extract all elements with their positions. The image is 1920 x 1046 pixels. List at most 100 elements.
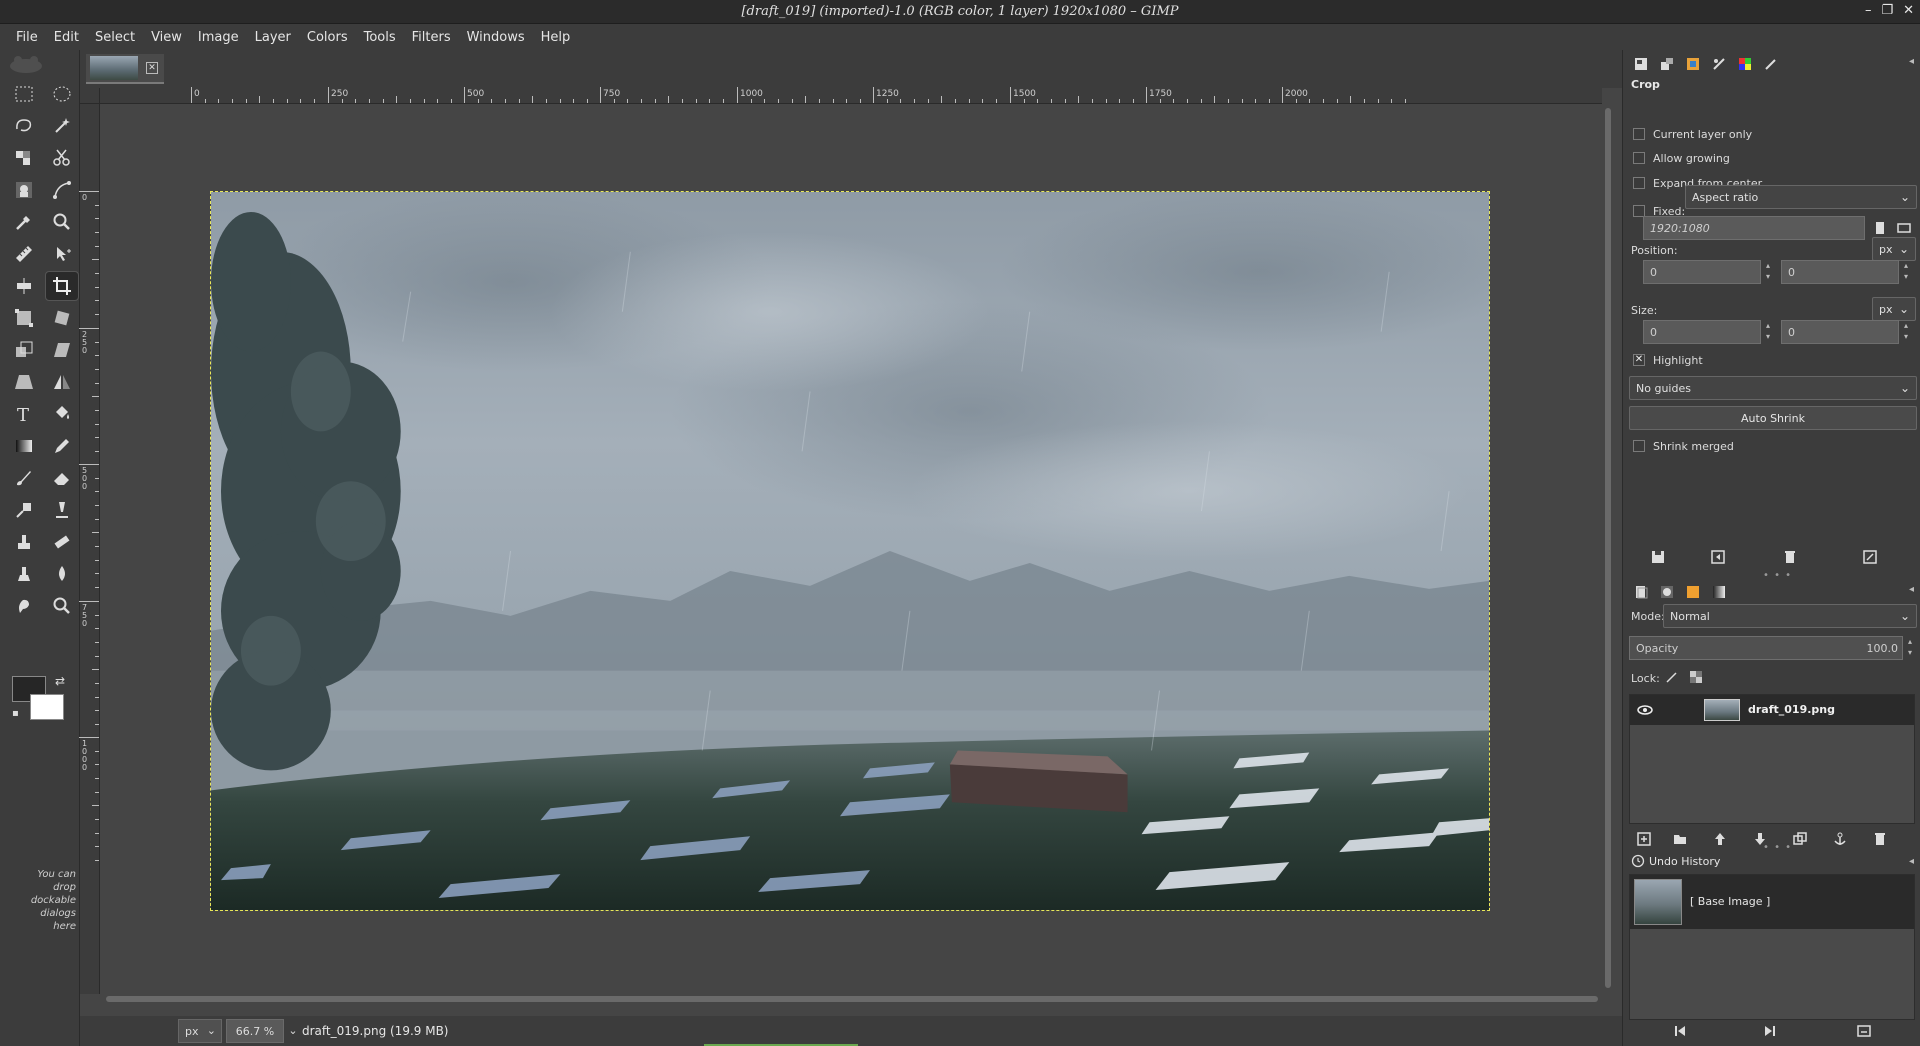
dock-menu-icon[interactable]: ◂ [1909, 584, 1914, 595]
checkbox[interactable] [1633, 177, 1645, 189]
unit-select[interactable]: px ⌄ [178, 1019, 222, 1043]
ink-icon[interactable] [46, 496, 78, 524]
size-unit-select[interactable]: px ⌄ [1872, 297, 1916, 321]
menu-colors[interactable]: Colors [299, 30, 356, 45]
opacity-slider[interactable]: Opacity 100.0 [1629, 636, 1903, 660]
highlight-option[interactable]: ✕ Highlight [1633, 352, 1703, 368]
auto-shrink-button[interactable]: Auto Shrink [1629, 406, 1917, 430]
flip-icon[interactable] [46, 368, 78, 396]
dock-menu-icon[interactable]: ◂ [1909, 856, 1914, 867]
current-layer-only-option[interactable]: Current layer only [1633, 126, 1752, 142]
checkbox-checked[interactable]: ✕ [1633, 354, 1645, 366]
menu-tools[interactable]: Tools [356, 30, 404, 45]
free-select-icon[interactable] [8, 112, 40, 140]
scissors-select-icon[interactable] [46, 144, 78, 172]
menu-layer[interactable]: Layer [247, 30, 299, 45]
blur-icon[interactable] [46, 560, 78, 588]
undo-icon[interactable] [1669, 1020, 1691, 1042]
pane-separator[interactable]: • • • [1763, 570, 1792, 581]
new-layer-group-icon[interactable] [1669, 828, 1691, 850]
position-y-spinner[interactable]: ▴ ▾ [1899, 260, 1913, 284]
horizontal-ruler[interactable]: 0 250 500 750 1000 1250 1500 1750 2000 [100, 87, 1602, 104]
reset-colors-icon[interactable]: ▪ [12, 708, 19, 719]
channels-tab-icon[interactable] [1657, 582, 1677, 602]
color-picker-icon[interactable] [8, 208, 40, 236]
pointer-tab-icon[interactable] [1709, 54, 1729, 74]
size-height-spinner[interactable]: ▴ ▾ [1899, 320, 1913, 344]
size-width-spinner[interactable]: ▴ ▾ [1761, 320, 1775, 344]
minimize-button[interactable]: – [1865, 3, 1872, 18]
gradients-tab-icon[interactable] [1709, 582, 1729, 602]
dock-menu-icon[interactable]: ◂ [1909, 56, 1914, 67]
by-color-select-icon[interactable] [8, 144, 40, 172]
menu-view[interactable]: View [143, 30, 190, 45]
checkbox[interactable] [1633, 128, 1645, 140]
zoom-icon[interactable] [46, 208, 78, 236]
chevron-down-icon[interactable]: ⌄ [284, 1019, 302, 1043]
new-layer-icon[interactable] [1633, 828, 1655, 850]
delete-layer-icon[interactable] [1869, 828, 1891, 850]
menu-windows[interactable]: Windows [459, 30, 533, 45]
images-tab-icon[interactable] [1683, 54, 1703, 74]
position-x-spinner[interactable]: ▴ ▾ [1761, 260, 1775, 284]
layer-name[interactable]: draft_019.png [1748, 703, 1835, 716]
menu-select[interactable]: Select [87, 30, 143, 45]
lock-pixels-icon[interactable] [1661, 666, 1683, 688]
paths-tab-icon[interactable] [1683, 582, 1703, 602]
swap-colors-icon[interactable]: ⇄ [55, 674, 65, 688]
heal-icon[interactable] [46, 528, 78, 556]
size-width-input[interactable]: 0 [1643, 320, 1761, 344]
delete-preset-icon[interactable] [1779, 546, 1801, 568]
fuzzy-select-icon[interactable] [46, 112, 78, 140]
checkbox[interactable] [1633, 440, 1645, 452]
eye-icon[interactable] [1636, 701, 1654, 719]
anchor-layer-icon[interactable] [1829, 828, 1851, 850]
save-preset-icon[interactable] [1647, 546, 1669, 568]
perspective-icon[interactable] [8, 368, 40, 396]
reset-options-icon[interactable] [1859, 546, 1881, 568]
airbrush-icon[interactable] [8, 496, 40, 524]
size-height-input[interactable]: 0 [1781, 320, 1899, 344]
image-tab[interactable]: ✕ [86, 54, 164, 84]
landscape-icon[interactable] [1893, 217, 1915, 239]
clone-icon[interactable] [8, 528, 40, 556]
duplicate-layer-icon[interactable] [1789, 828, 1811, 850]
alignment-icon[interactable] [8, 272, 40, 300]
checkbox[interactable] [1633, 152, 1645, 164]
layer-mode-select[interactable]: Normal ⌄ [1663, 604, 1917, 628]
portrait-icon[interactable] [1869, 217, 1891, 239]
maximize-button[interactable]: ❐ [1881, 3, 1893, 18]
paintbrush-icon[interactable] [8, 464, 40, 492]
close-tab-icon[interactable]: ✕ [146, 62, 158, 74]
smudge-icon[interactable] [8, 592, 40, 620]
zoom-value[interactable]: 66.7 % [226, 1019, 284, 1043]
position-unit-select[interactable]: px ⌄ [1872, 237, 1916, 261]
menu-help[interactable]: Help [533, 30, 579, 45]
text-icon[interactable]: T [8, 400, 40, 428]
rect-select-icon[interactable] [8, 80, 40, 108]
opacity-spinner[interactable]: ▴ ▾ [1903, 636, 1917, 660]
menu-file[interactable]: File [8, 30, 46, 45]
aspect-ratio-input[interactable]: 1920:1080 [1643, 216, 1865, 240]
history-item[interactable]: [ Base Image ] [1630, 875, 1914, 929]
eraser-icon[interactable] [46, 464, 78, 492]
zoom-select[interactable]: 66.7 % ⌄ [226, 1019, 302, 1043]
ruler-corner[interactable] [80, 88, 100, 104]
paths-icon[interactable] [46, 176, 78, 204]
redo-icon[interactable] [1759, 1020, 1781, 1042]
background-color[interactable] [30, 694, 64, 720]
bucket-fill-icon[interactable] [46, 400, 78, 428]
rotate-icon[interactable] [46, 304, 78, 332]
colors-tab-icon[interactable] [1735, 54, 1755, 74]
fixed-mode-select[interactable]: Aspect ratio ⌄ [1685, 185, 1917, 209]
layers-tab-icon[interactable] [1631, 582, 1651, 602]
vertical-scrollbar[interactable] [1601, 104, 1615, 992]
clear-history-icon[interactable] [1853, 1020, 1875, 1042]
position-x-input[interactable]: 0 [1643, 260, 1761, 284]
raise-layer-icon[interactable] [1709, 828, 1731, 850]
layer-row[interactable]: draft_019.png [1630, 695, 1914, 725]
dodge-burn-icon[interactable] [46, 592, 78, 620]
menu-filters[interactable]: Filters [404, 30, 459, 45]
scale-icon[interactable] [8, 336, 40, 364]
foreground-select-icon[interactable] [8, 176, 40, 204]
